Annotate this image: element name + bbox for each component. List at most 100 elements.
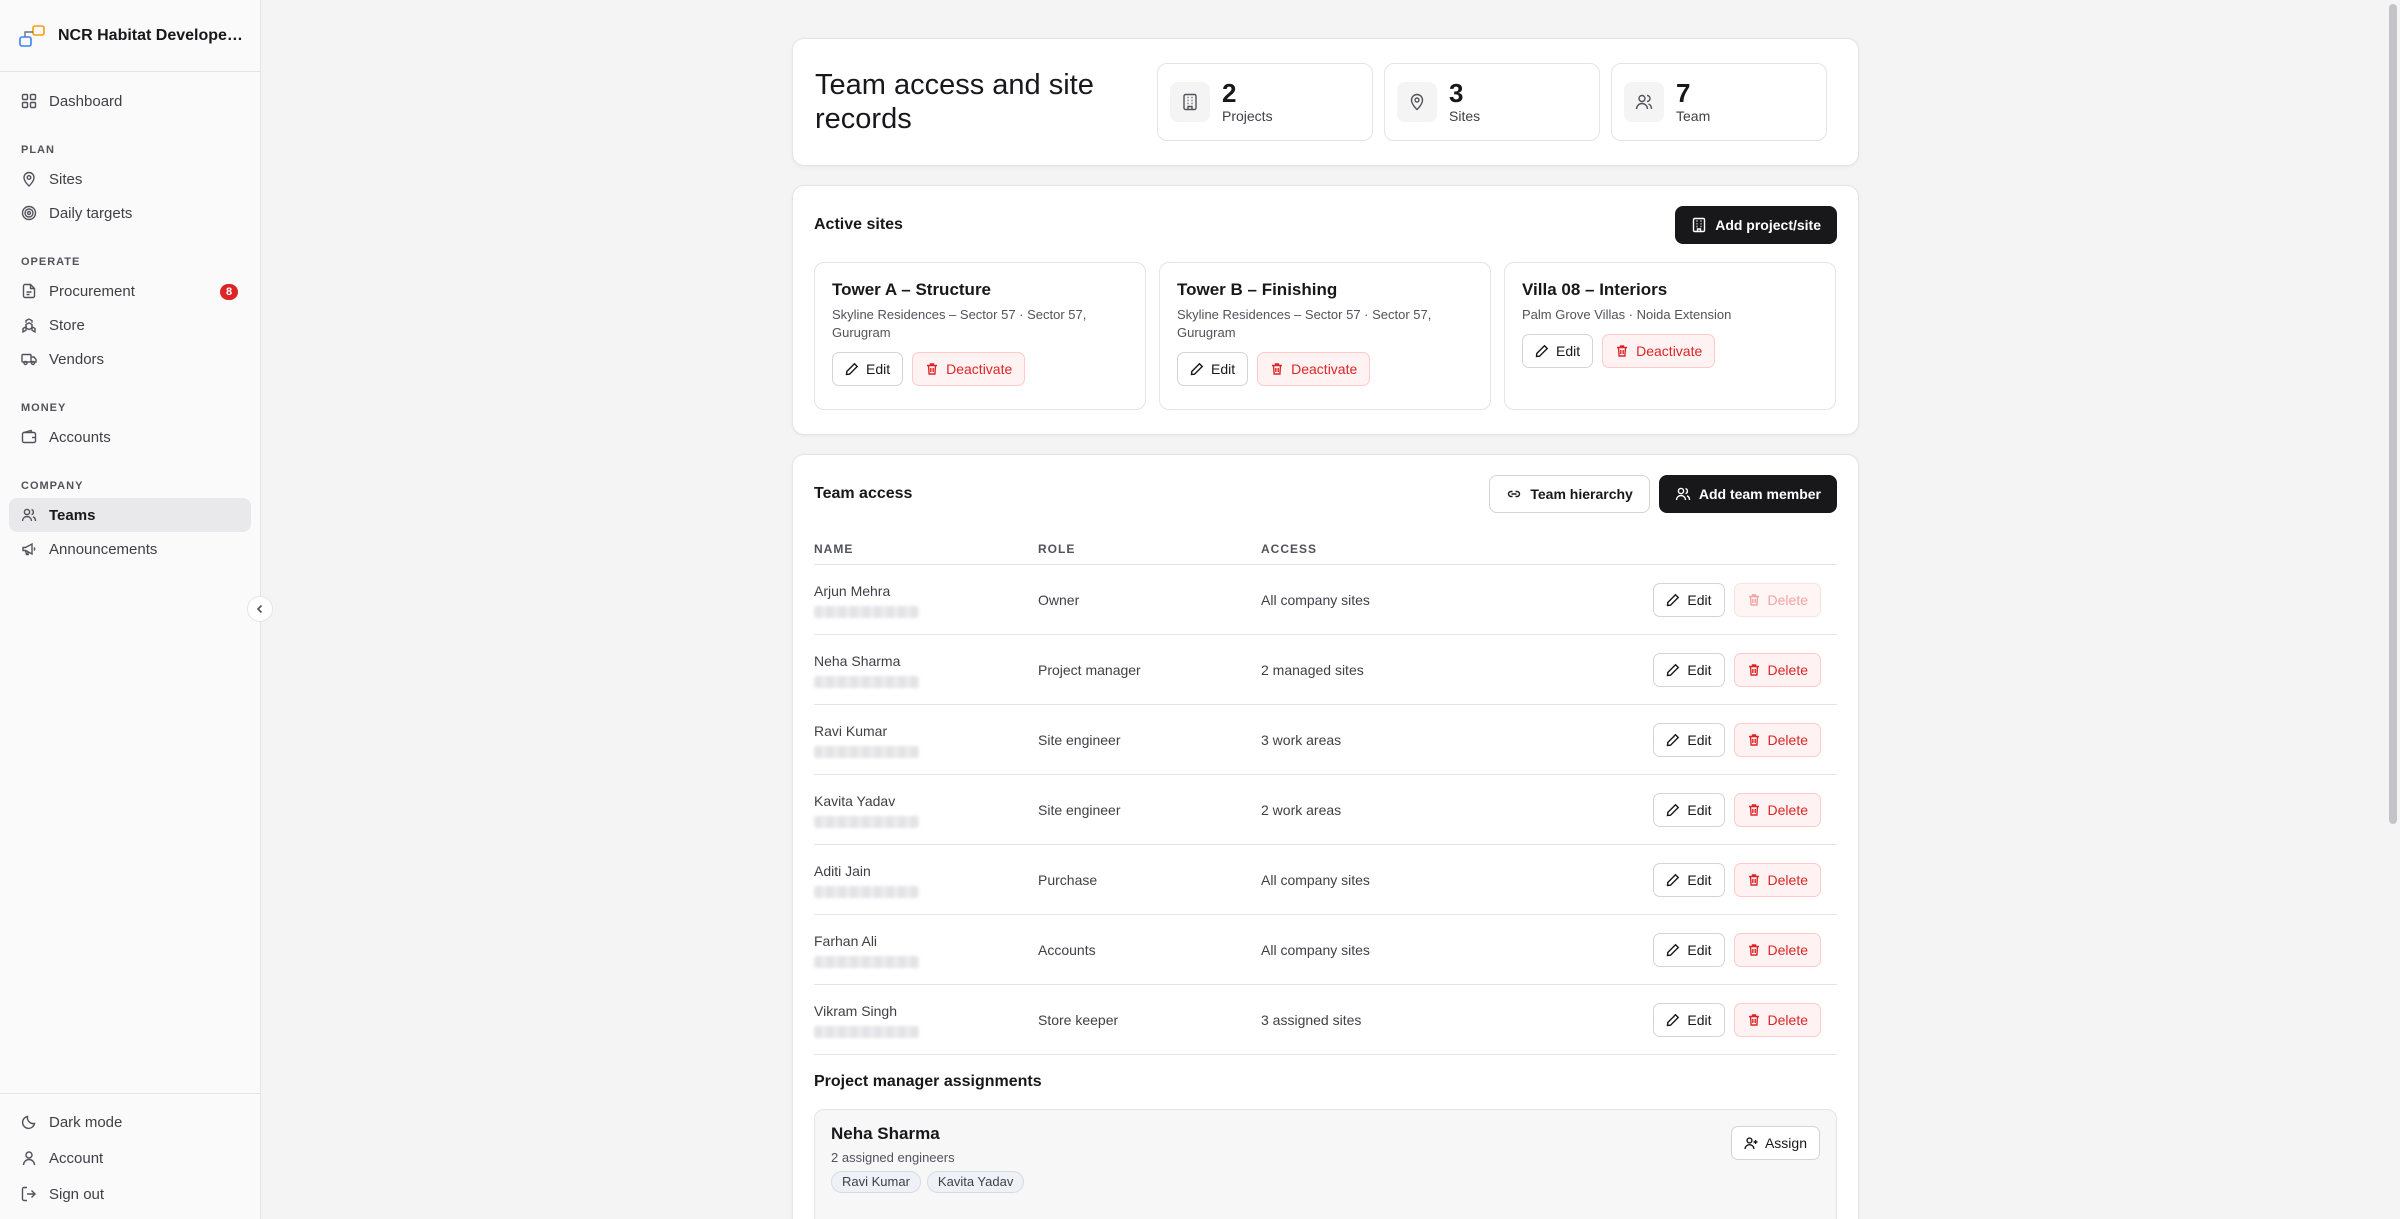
logo-icon [16, 20, 48, 52]
user-plus-icon [1744, 1136, 1758, 1150]
row-actions: Edit Delete [1561, 792, 1837, 827]
table-row: Arjun Mehra Owner All company sites Edit Del… [814, 565, 1837, 635]
users-icon [1675, 486, 1691, 502]
pencil-icon [845, 362, 859, 376]
pencil-icon [1666, 1013, 1680, 1027]
stat-label: Projects [1222, 108, 1273, 124]
row-actions: Edit Delete [1561, 932, 1837, 967]
button-label: Deactivate [1291, 361, 1358, 377]
main-content: Team access and site records 2 Projects … [792, 38, 1859, 1219]
nav-item-daily-targets[interactable]: Daily targets [9, 196, 251, 230]
site-name: Tower A – Structure [832, 280, 992, 299]
dark-mode-toggle[interactable]: Dark mode [9, 1104, 251, 1140]
button-label: Add team member [1698, 486, 1821, 502]
site-card: Villa 08 – Interiors Palm Grove Villas ·… [1504, 262, 1836, 410]
assign-button[interactable]: Assign [1730, 1126, 1820, 1160]
site-card: Tower A – Structure Skyline Residences –… [814, 262, 1146, 410]
member-role: Store keeper [1038, 1011, 1119, 1028]
file-icon [21, 283, 37, 299]
cell-name: Arjun Mehra [814, 582, 1038, 618]
nav-label: Vendors [49, 350, 105, 368]
brand-header[interactable]: NCR Habitat Developers · … [0, 0, 260, 72]
truck-icon [21, 351, 37, 367]
button-label: Add project/site [1715, 217, 1821, 233]
member-access: 2 work areas [1261, 801, 1342, 818]
button-label: Edit [1687, 871, 1712, 888]
pencil-icon [1666, 663, 1680, 677]
nav-item-accounts[interactable]: Accounts [9, 420, 251, 454]
edit-member-button[interactable]: Edit [1653, 792, 1725, 827]
nav-label: Account [49, 1149, 104, 1167]
nav-label: Sites [49, 170, 83, 188]
delete-member-button[interactable]: Delete [1733, 792, 1821, 827]
nav-item-announcements[interactable]: Announcements [9, 532, 251, 566]
member-name: Ravi Kumar [814, 722, 888, 739]
button-label: Edit [1687, 591, 1712, 608]
deactivate-site-button[interactable]: Deactivate [912, 352, 1026, 386]
button-label: Edit [1556, 343, 1581, 359]
user-icon [21, 1150, 37, 1166]
delete-member-button[interactable]: Delete [1733, 1002, 1821, 1037]
edit-site-button[interactable]: Edit [832, 352, 904, 386]
nav-item-dashboard[interactable]: Dashboard [9, 84, 251, 118]
nav-item-procurement[interactable]: Procurement 8 [9, 274, 251, 308]
add-project-site-button[interactable]: Add project/site [1675, 206, 1837, 244]
edit-site-button[interactable]: Edit [1522, 334, 1594, 368]
scrollbar-thumb[interactable] [2389, 4, 2397, 824]
member-role: Accounts [1038, 941, 1096, 958]
edit-member-button[interactable]: Edit [1653, 862, 1725, 897]
scrollbar[interactable] [2386, 0, 2400, 1219]
pm-assignment-card: Neha Sharma 2 assigned engineers Ravi Ku… [814, 1109, 1837, 1219]
account-link[interactable]: Account [9, 1140, 251, 1176]
button-label: Team hierarchy [1530, 486, 1633, 502]
pm-assignments-title: Project manager assignments [814, 1073, 1042, 1090]
member-name: Vikram Singh [814, 1002, 898, 1019]
map-pin-icon [21, 171, 37, 187]
button-label: Delete [1767, 731, 1808, 748]
member-name: Neha Sharma [814, 652, 901, 669]
sidebar-collapse-button[interactable] [247, 596, 273, 622]
member-role: Purchase [1038, 871, 1098, 888]
page-header-card: Team access and site records 2 Projects … [792, 38, 1859, 166]
site-card: Tower B – Finishing Skyline Residences –… [1159, 262, 1491, 410]
edit-member-button[interactable]: Edit [1653, 932, 1725, 967]
trash-icon [1747, 803, 1761, 817]
delete-member-button[interactable]: Delete [1733, 722, 1821, 757]
nav-item-store[interactable]: Store [9, 308, 251, 342]
pencil-icon [1666, 593, 1680, 607]
nav-item-sites[interactable]: Sites [9, 162, 251, 196]
member-role: Owner [1038, 591, 1080, 608]
table-row: Farhan Ali Accounts All company sites Edit D… [814, 915, 1837, 985]
edit-member-button[interactable]: Edit [1653, 652, 1725, 687]
button-label: Edit [1687, 801, 1712, 818]
site-name: Villa 08 – Interiors [1522, 280, 1668, 299]
row-actions: Edit Delete [1561, 652, 1837, 687]
delete-member-button[interactable]: Delete [1733, 652, 1821, 687]
team-hierarchy-button[interactable]: Team hierarchy [1489, 475, 1650, 513]
stat-label: Sites [1449, 108, 1481, 124]
delete-member-button[interactable]: Delete [1733, 932, 1821, 967]
pencil-icon [1535, 344, 1549, 358]
nav-label: Teams [49, 506, 96, 524]
edit-member-button[interactable]: Edit [1653, 582, 1725, 617]
delete-member-button[interactable]: Delete [1733, 862, 1821, 897]
nav-item-vendors[interactable]: Vendors [9, 342, 251, 376]
deactivate-site-button[interactable]: Deactivate [1602, 334, 1716, 368]
page-title: Team access and site records [815, 69, 1094, 135]
member-name: Farhan Ali [814, 932, 878, 949]
edit-member-button[interactable]: Edit [1653, 722, 1725, 757]
pencil-icon [1666, 943, 1680, 957]
wallet-icon [21, 429, 37, 445]
add-team-member-button[interactable]: Add team member [1658, 475, 1837, 513]
member-access: 2 managed sites [1261, 661, 1364, 678]
edit-member-button[interactable]: Edit [1653, 1002, 1725, 1037]
trash-icon [1747, 593, 1761, 607]
member-contact-redacted [814, 675, 919, 688]
site-name: Tower B – Finishing [1177, 280, 1338, 299]
nav-item-teams[interactable]: Teams [9, 498, 251, 532]
building-icon [1170, 82, 1210, 122]
edit-site-button[interactable]: Edit [1177, 352, 1249, 386]
trash-icon [1747, 733, 1761, 747]
deactivate-site-button[interactable]: Deactivate [1257, 352, 1371, 386]
sign-out-link[interactable]: Sign out [9, 1176, 251, 1212]
